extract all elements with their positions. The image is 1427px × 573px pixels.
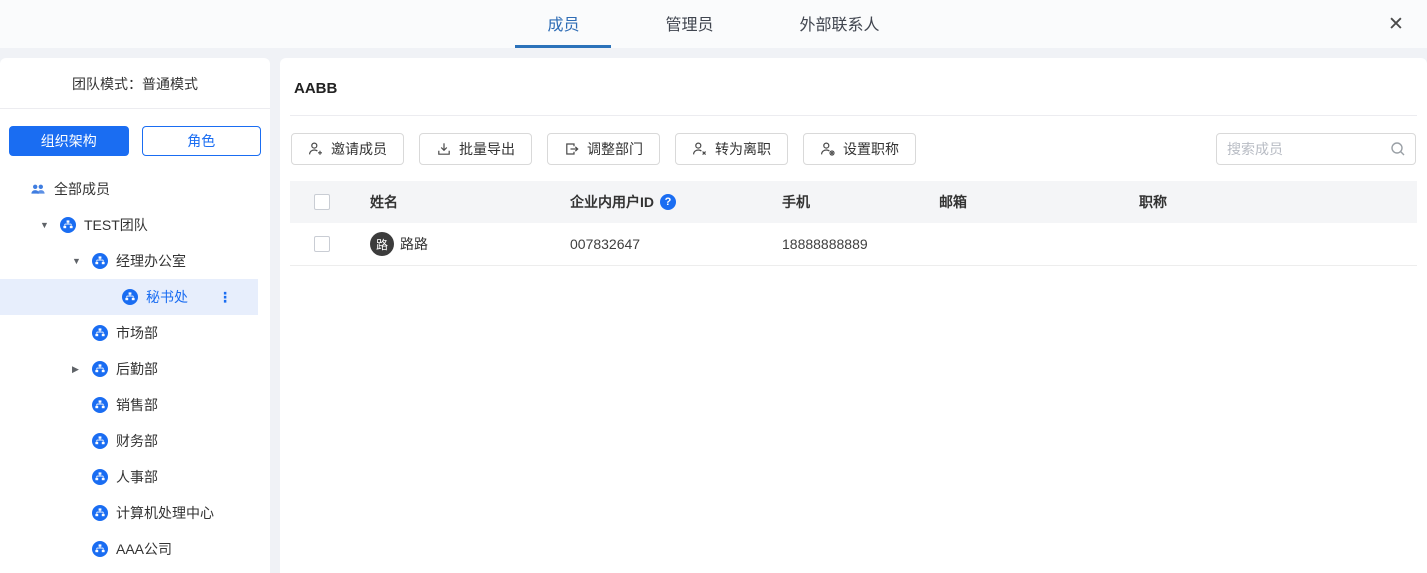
tree-item-finance[interactable]: 财务部 [0, 423, 258, 459]
tree-item-label: 全部成员 [54, 179, 110, 199]
caret-down-icon[interactable]: ▼ [40, 220, 60, 230]
tree-item-manager-office[interactable]: ▼ 经理办公室 [0, 243, 258, 279]
batch-export-button[interactable]: 批量导出 [419, 133, 532, 165]
adjust-department-button[interactable]: 调整部门 [547, 133, 660, 165]
tree-item-label: 财务部 [116, 431, 158, 451]
team-mode-label: 团队模式：普通模式 [0, 58, 270, 108]
help-icon[interactable]: ? [660, 194, 676, 210]
table-row[interactable]: 路 路路 007832647 18888888889 [290, 223, 1417, 266]
person-remove-icon [692, 141, 708, 157]
caret-down-icon[interactable]: ▼ [72, 256, 92, 266]
column-header-title: 职称 [1139, 192, 1417, 212]
department-tree: 全部成员 ▼ TEST团队 ▼ 经理办公室 秘书处 ⋮ [0, 171, 270, 567]
more-options-icon[interactable]: ⋮ [218, 289, 232, 306]
tree-item-label: 市场部 [116, 323, 158, 343]
tree-item-all-members[interactable]: 全部成员 [0, 171, 258, 207]
members-group-icon [30, 181, 46, 197]
invite-member-button[interactable]: 邀请成员 [291, 133, 404, 165]
tree-item-computer-center[interactable]: 计算机处理中心 [0, 495, 258, 531]
main-panel: AABB 邀请成员 批量导出 [280, 58, 1427, 573]
column-header-name: 姓名 [370, 192, 570, 212]
adjust-department-label: 调整部门 [587, 139, 643, 159]
mode-switch: 组织架构 角色 [0, 109, 270, 156]
download-icon [436, 141, 452, 157]
department-icon [92, 433, 108, 449]
tree-item-label: 人事部 [116, 467, 158, 487]
mark-resigned-button[interactable]: 转为离职 [675, 133, 788, 165]
table-header: 姓名 企业内用户ID ? 手机 邮箱 职称 [290, 181, 1417, 223]
tree-item-aaa-company[interactable]: AAA公司 [0, 531, 258, 567]
row-checkbox[interactable] [314, 236, 330, 252]
department-icon [92, 469, 108, 485]
invite-member-label: 邀请成员 [331, 139, 387, 159]
select-all-checkbox[interactable] [314, 194, 330, 210]
toolbar: 邀请成员 批量导出 调整部门 [290, 116, 1417, 165]
department-icon [92, 397, 108, 413]
tree-item-label: 计算机处理中心 [116, 503, 214, 523]
department-icon [92, 253, 108, 269]
tree-item-logistics[interactable]: ▶ 后勤部 [0, 351, 258, 387]
tree-item-marketing[interactable]: 市场部 [0, 315, 258, 351]
search-box [1216, 133, 1416, 165]
tab-members[interactable]: 成员 [515, 0, 611, 48]
member-user-id: 007832647 [570, 236, 782, 252]
move-out-icon [564, 141, 580, 157]
tree-item-secretariat[interactable]: 秘书处 ⋮ [0, 279, 258, 315]
tab-group: 成员 管理员 外部联系人 [515, 0, 911, 48]
page-title: AABB [290, 58, 1417, 115]
search-input[interactable] [1216, 133, 1416, 165]
department-icon [92, 505, 108, 521]
tree-item-sales[interactable]: 销售部 [0, 387, 258, 423]
batch-export-label: 批量导出 [459, 139, 515, 159]
tab-admins[interactable]: 管理员 [633, 0, 745, 48]
person-settings-icon [820, 141, 836, 157]
column-header-email: 邮箱 [939, 192, 1139, 212]
column-header-user-id-label: 企业内用户ID [570, 192, 654, 212]
tree-item-label: 销售部 [116, 395, 158, 415]
tree-item-label: 经理办公室 [116, 251, 186, 271]
avatar: 路 [370, 232, 394, 256]
tree-item-label: AAA公司 [116, 539, 172, 559]
member-phone: 18888888889 [782, 236, 939, 252]
department-icon [60, 217, 76, 233]
mark-resigned-label: 转为离职 [715, 139, 771, 159]
tree-item-test-team[interactable]: ▼ TEST团队 [0, 207, 258, 243]
department-icon [92, 541, 108, 557]
caret-right-icon[interactable]: ▶ [72, 364, 92, 375]
tree-item-label: 后勤部 [116, 359, 158, 379]
department-icon [92, 361, 108, 377]
tree-item-hr[interactable]: 人事部 [0, 459, 258, 495]
set-title-label: 设置职称 [843, 139, 899, 159]
column-header-phone: 手机 [782, 192, 939, 212]
column-header-user-id: 企业内用户ID ? [570, 192, 782, 212]
org-structure-button[interactable]: 组织架构 [9, 126, 129, 156]
tree-item-label: 秘书处 [146, 287, 188, 307]
top-tab-bar: 成员 管理员 外部联系人 ✕ [0, 0, 1427, 48]
close-icon[interactable]: ✕ [1383, 11, 1409, 37]
person-add-icon [308, 141, 324, 157]
members-table: 姓名 企业内用户ID ? 手机 邮箱 职称 路 路路 007832647 188… [290, 181, 1417, 266]
role-button[interactable]: 角色 [142, 126, 262, 156]
set-title-button[interactable]: 设置职称 [803, 133, 916, 165]
tree-item-label: TEST团队 [84, 215, 148, 235]
sidebar: 团队模式：普通模式 组织架构 角色 全部成员 ▼ TEST团队 ▼ [0, 58, 270, 573]
member-name: 路路 [400, 234, 428, 254]
tab-external-contacts[interactable]: 外部联系人 [768, 0, 912, 48]
search-icon[interactable] [1389, 140, 1407, 163]
department-icon [122, 289, 138, 305]
department-icon [92, 325, 108, 341]
